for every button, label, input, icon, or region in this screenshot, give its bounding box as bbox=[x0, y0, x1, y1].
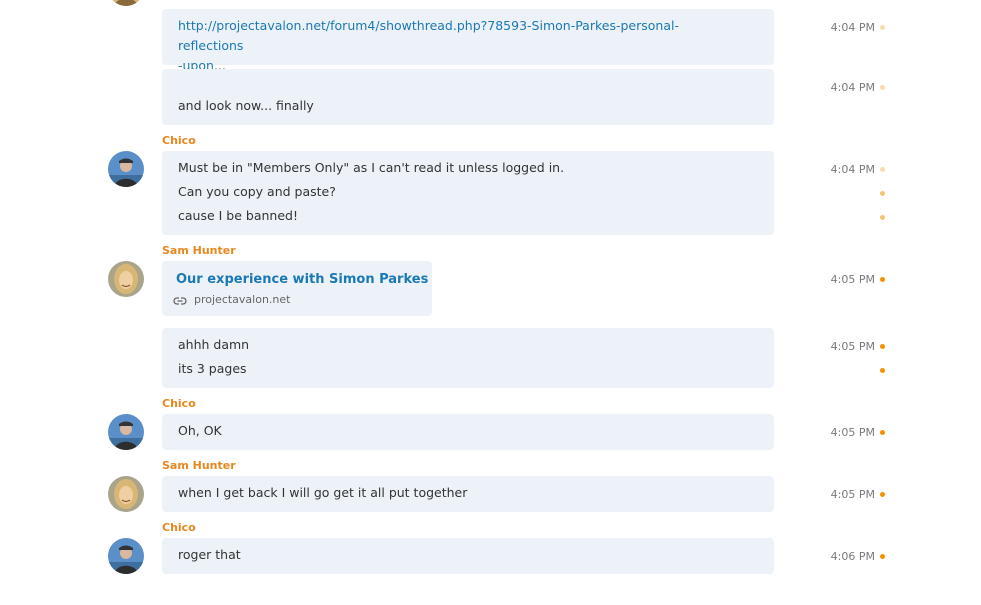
person-avatar-icon bbox=[108, 538, 144, 574]
message-text: when I get back I will go get it all put… bbox=[178, 485, 468, 500]
message-timestamp: 4:05 PM bbox=[830, 340, 875, 353]
message-text: cause I be banned! bbox=[178, 208, 298, 223]
message-text: Can you copy and paste? bbox=[178, 184, 336, 199]
status-dot-icon bbox=[880, 430, 885, 435]
status-dot-icon bbox=[880, 492, 885, 497]
person-avatar-icon bbox=[108, 0, 144, 6]
message-timestamp: 4:04 PM bbox=[830, 163, 875, 176]
person-avatar-icon bbox=[108, 151, 144, 187]
message-timestamp: 4:05 PM bbox=[830, 426, 875, 439]
status-dot-icon bbox=[880, 25, 885, 30]
link-preview-title[interactable]: Our experience with Simon Parkes bbox=[176, 272, 428, 287]
message-timestamp: 4:04 PM bbox=[830, 21, 875, 34]
link-preview-domain: projectavalon.net bbox=[194, 293, 291, 306]
status-dot-icon bbox=[880, 85, 885, 90]
link-chain-icon bbox=[172, 293, 188, 312]
avatar-top-partial[interactable] bbox=[108, 0, 144, 6]
message-link[interactable]: http://projectavalon.net/forum4/showthre… bbox=[178, 16, 738, 76]
message-timestamp: 4:05 PM bbox=[830, 273, 875, 286]
message-text: ahhh damn bbox=[178, 337, 250, 352]
message-text: Oh, OK bbox=[178, 423, 222, 438]
status-dot-icon bbox=[880, 167, 885, 172]
status-dot-icon bbox=[880, 277, 885, 282]
person-avatar-icon bbox=[108, 414, 144, 450]
avatar-sam-hunter[interactable] bbox=[108, 476, 144, 512]
sender-name[interactable]: Chico bbox=[162, 397, 196, 410]
link-preview-card[interactable] bbox=[162, 261, 432, 316]
status-dot-icon bbox=[880, 554, 885, 559]
message-bubble bbox=[162, 69, 774, 125]
message-text: roger that bbox=[178, 547, 241, 562]
avatar-sam-hunter[interactable] bbox=[108, 261, 144, 297]
message-text: Must be in "Members Only" as I can't rea… bbox=[178, 160, 565, 175]
message-timestamp: 4:06 PM bbox=[830, 550, 875, 563]
sender-name[interactable]: Chico bbox=[162, 521, 196, 534]
sender-name[interactable]: Sam Hunter bbox=[162, 459, 236, 472]
message-bubble bbox=[162, 538, 774, 574]
message-timestamp: 4:05 PM bbox=[830, 488, 875, 501]
status-dot-icon bbox=[880, 344, 885, 349]
message-bubble bbox=[162, 328, 774, 388]
status-dot-icon bbox=[880, 191, 885, 196]
person-avatar-icon bbox=[108, 476, 144, 512]
message-link-text: http://projectavalon.net/forum4/showthre… bbox=[178, 18, 679, 53]
message-timestamp: 4:04 PM bbox=[830, 81, 875, 94]
message-text: and look now... finally bbox=[178, 98, 314, 113]
sender-name[interactable]: Sam Hunter bbox=[162, 244, 236, 257]
avatar-chico[interactable] bbox=[108, 538, 144, 574]
status-dot-icon bbox=[880, 368, 885, 373]
person-avatar-icon bbox=[108, 261, 144, 297]
status-dot-icon bbox=[880, 215, 885, 220]
avatar-chico[interactable] bbox=[108, 414, 144, 450]
avatar-chico[interactable] bbox=[108, 151, 144, 187]
message-text: its 3 pages bbox=[178, 361, 247, 376]
message-bubble bbox=[162, 414, 774, 450]
sender-name[interactable]: Chico bbox=[162, 134, 196, 147]
